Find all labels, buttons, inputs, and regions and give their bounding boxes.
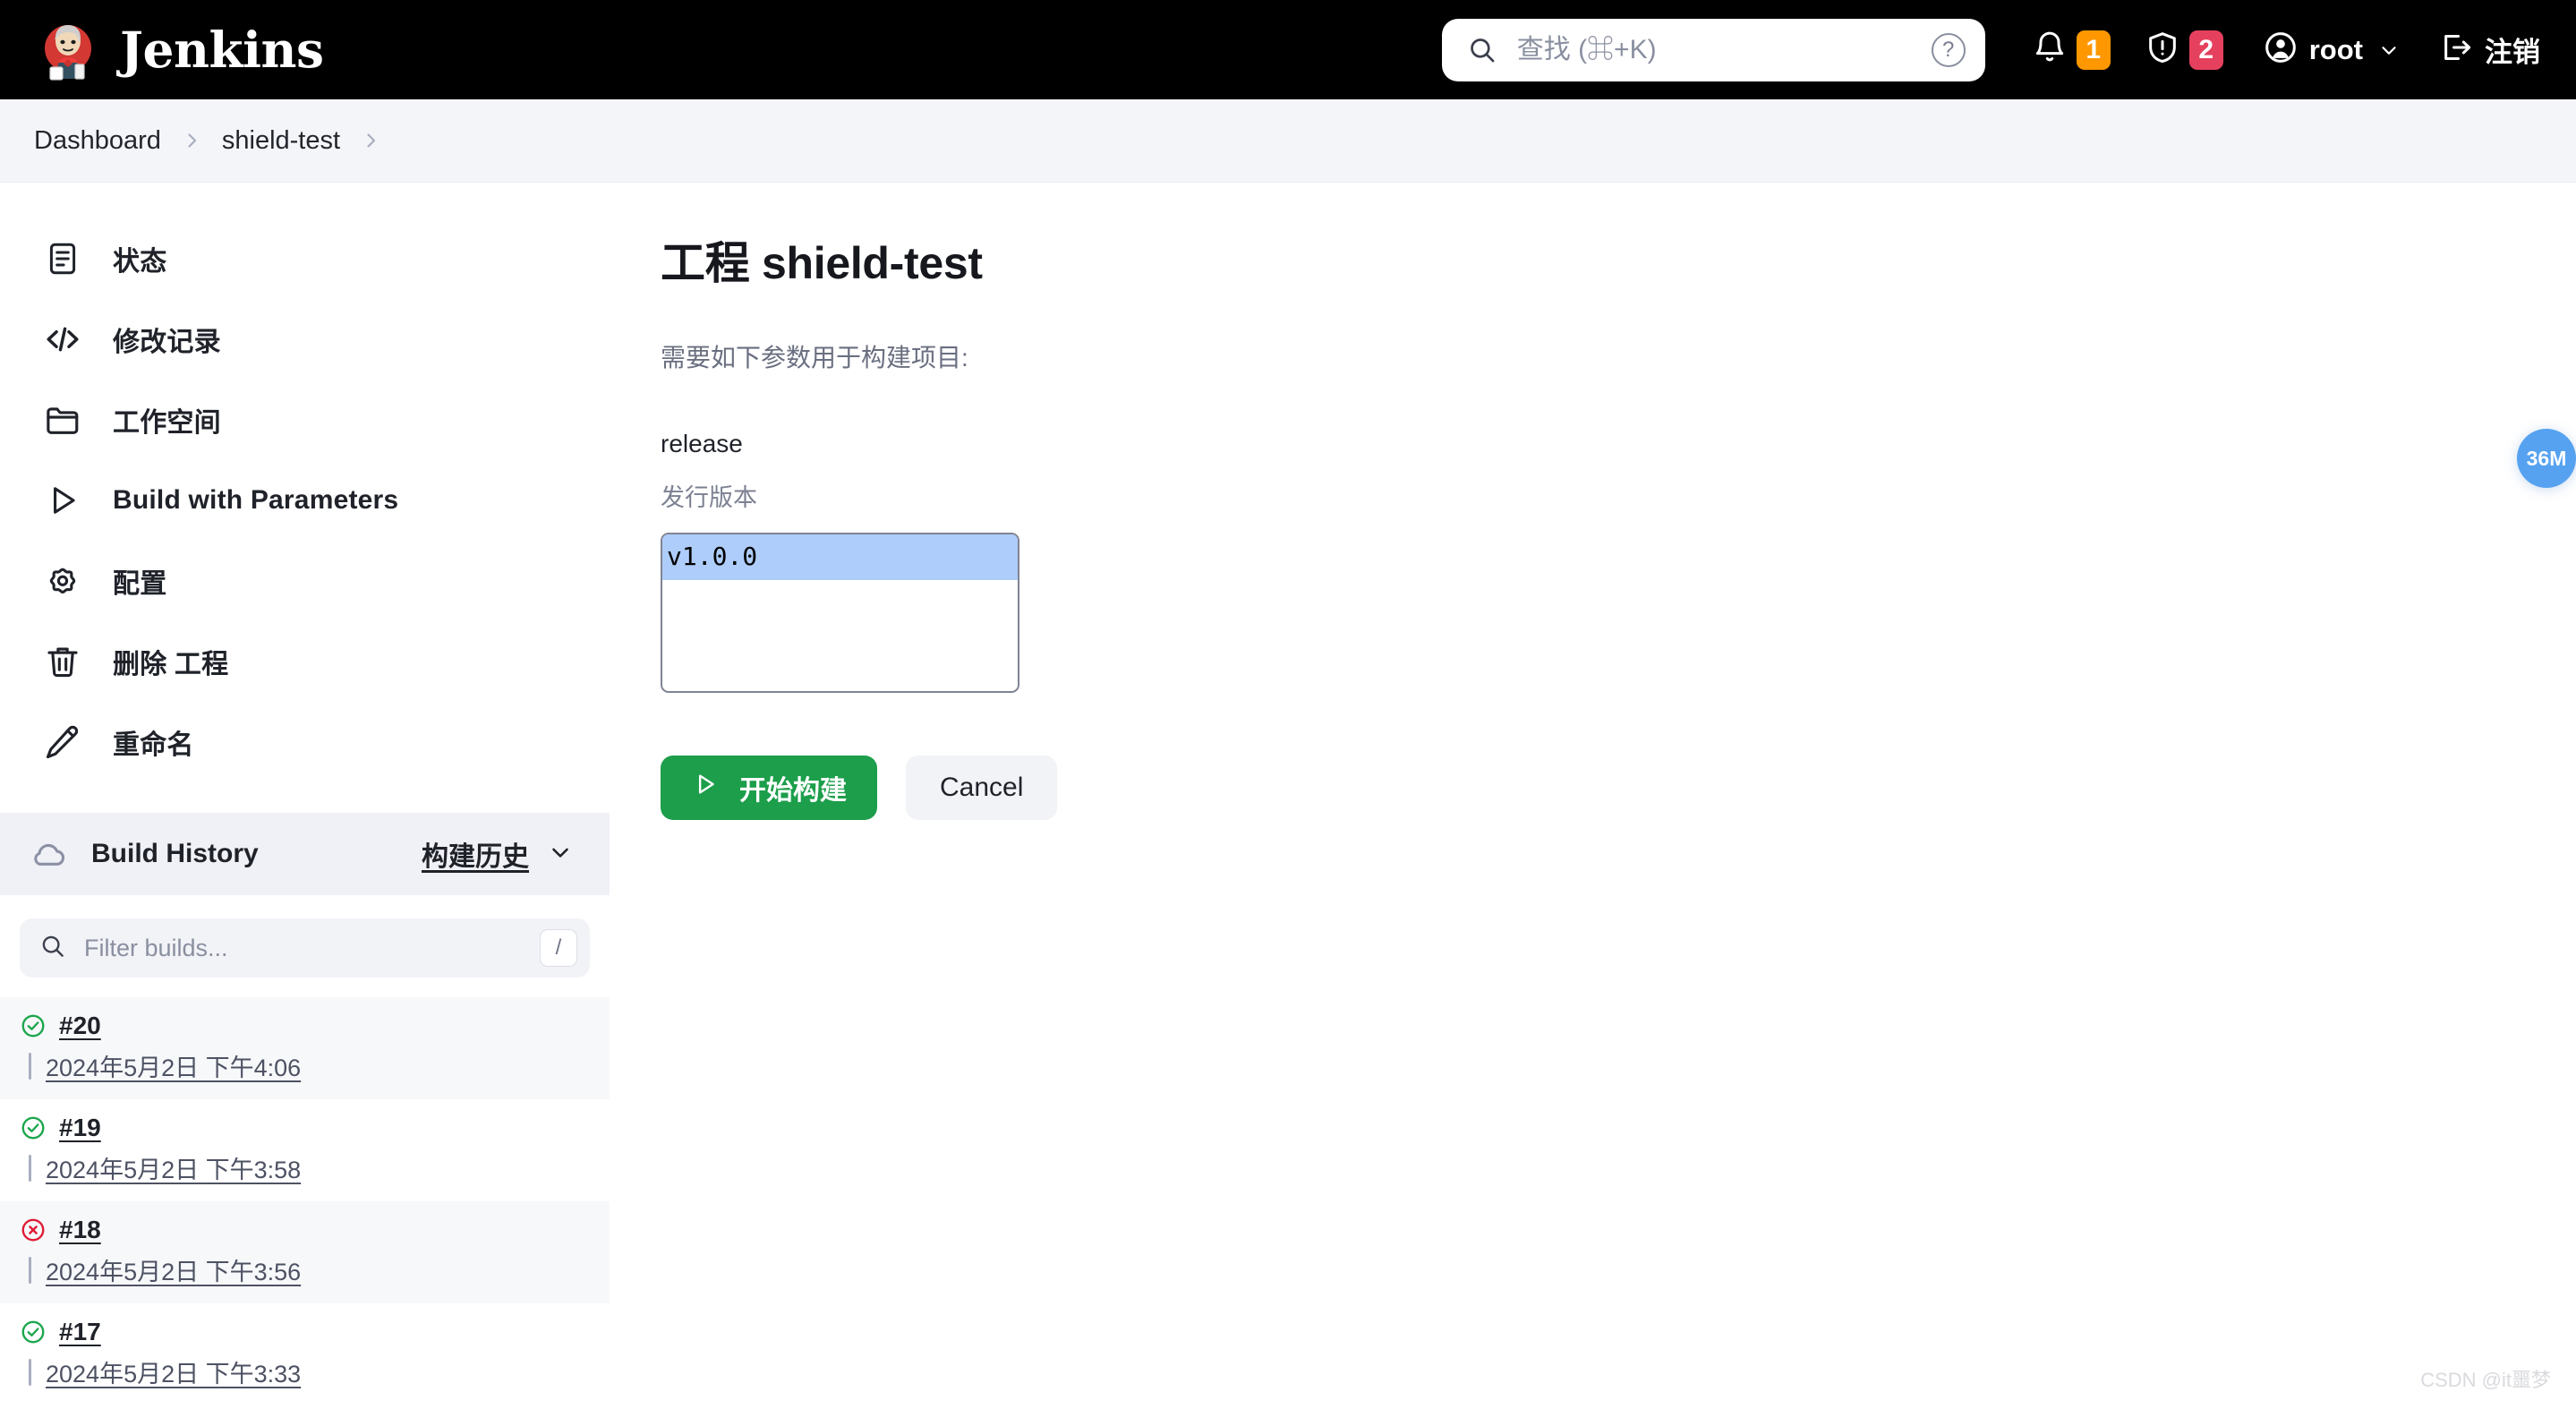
sidebar-item-build-with-parameters[interactable]: Build with Parameters <box>0 460 610 541</box>
sidebar-item-label: 工作空间 <box>113 408 221 438</box>
chevron-right-icon <box>181 130 202 151</box>
user-circle-icon <box>2263 30 2299 70</box>
check-circle-icon <box>20 1114 47 1141</box>
breadcrumb-item-shield-test[interactable]: shield-test <box>222 126 340 156</box>
cloud-icon <box>29 834 68 874</box>
build-date: 2024年5月2日 下午3:56 <box>46 1259 302 1285</box>
build-timeline-bar <box>29 1256 31 1284</box>
security-warnings-button[interactable]: 2 <box>2145 0 2223 99</box>
parameter-name: release <box>661 430 743 457</box>
pencil-icon <box>43 722 82 762</box>
build-history-toggle[interactable]: 构建历史 <box>422 834 574 874</box>
user-name: root <box>2308 33 2363 65</box>
main-content: 工程 shield-test 需要如下参数用于构建项目: release 发行版… <box>610 183 2576 1409</box>
jenkins-page: Jenkins ? <box>0 0 2576 1409</box>
search-icon <box>39 933 66 964</box>
search-help-icon[interactable]: ? <box>1931 32 1966 67</box>
build-history-title: Build History <box>91 839 259 868</box>
build-row[interactable]: #19 2024年5月2日 下午3:58 <box>0 1099 610 1201</box>
global-search[interactable]: ? <box>1441 18 1985 81</box>
sidebar-item-status[interactable]: 状态 <box>0 218 610 299</box>
build-number: #19 <box>59 1114 101 1141</box>
sidebar-item-label: Build with Parameters <box>113 485 399 515</box>
floating-memory-badge[interactable]: 36M <box>2517 429 2576 488</box>
build-timeline-bar <box>29 1358 31 1386</box>
breadcrumb: Dashboard shield-test <box>0 99 2576 183</box>
build-filter-input[interactable] <box>84 934 540 962</box>
build-row[interactable]: #17 2024年5月2日 下午3:33 <box>0 1303 610 1405</box>
gear-icon <box>43 561 82 601</box>
logout-label: 注销 <box>2485 37 2540 68</box>
start-build-label: 开始构建 <box>739 776 847 806</box>
jenkins-butler-logo <box>36 18 100 82</box>
build-timeline-bar <box>29 1052 31 1080</box>
release-select-listbox[interactable]: v1.0.0 <box>661 533 1019 693</box>
check-circle-icon <box>20 1012 47 1039</box>
sidebar-nav-list: 状态 修改记录 工作空间 Build with Parameters 配置 删除… <box>0 183 610 782</box>
cancel-button[interactable]: Cancel <box>906 756 1058 820</box>
build-history-header: Build History 构建历史 <box>0 813 610 895</box>
search-input[interactable] <box>1516 34 1932 65</box>
build-history-link-label: 构建历史 <box>422 842 529 872</box>
folder-icon <box>43 400 82 440</box>
sidebar-item-label: 删除 工程 <box>113 650 229 679</box>
top-header-bar: Jenkins ? <box>0 0 2576 99</box>
build-filter[interactable]: / <box>20 918 590 978</box>
sidebar-item-workspace[interactable]: 工作空间 <box>0 380 610 460</box>
build-date: 2024年5月2日 下午4:06 <box>46 1055 302 1081</box>
sidebar-item-label: 状态 <box>113 247 167 277</box>
brand-name: Jenkins <box>120 21 324 79</box>
shield-exclamation-icon <box>2145 30 2180 70</box>
build-date: 2024年5月2日 下午3:58 <box>46 1157 302 1183</box>
x-circle-icon <box>20 1217 47 1243</box>
build-row[interactable]: #20 2024年5月2日 下午4:06 <box>0 997 610 1099</box>
sidebar-item-configure[interactable]: 配置 <box>0 541 610 621</box>
user-menu-button[interactable]: root <box>2263 0 2401 99</box>
play-triangle-icon <box>691 770 720 806</box>
build-number: #18 <box>59 1216 101 1243</box>
page-title: 工程 shield-test <box>661 238 983 288</box>
header-right-group: ? 1 2 <box>1441 0 2540 99</box>
sidebar-item-changes[interactable]: 修改记录 <box>0 299 610 380</box>
document-lines-icon <box>43 239 82 278</box>
jenkins-home-link[interactable]: Jenkins <box>36 18 324 82</box>
build-number: #20 <box>59 1012 101 1039</box>
sidebar-item-delete-project[interactable]: 删除 工程 <box>0 621 610 702</box>
filter-shortcut-key: / <box>540 929 577 967</box>
chevron-down-icon <box>547 839 574 870</box>
build-number: #17 <box>59 1318 101 1345</box>
chevron-down-icon <box>2377 38 2401 62</box>
start-build-button[interactable]: 开始构建 <box>661 756 877 820</box>
chevron-right-icon <box>360 130 381 151</box>
build-date: 2024年5月2日 下午3:33 <box>46 1361 302 1388</box>
sidebar-item-label: 配置 <box>113 569 167 599</box>
build-filter-wrapper: / <box>0 895 610 997</box>
sidebar-item-label: 重命名 <box>113 730 194 760</box>
sidebar: 状态 修改记录 工作空间 Build with Parameters 配置 删除… <box>0 183 610 1409</box>
play-triangle-icon <box>43 481 82 520</box>
security-count-badge: 2 <box>2188 30 2223 70</box>
parameter-description: 发行版本 <box>661 484 757 511</box>
watermark: CSDN @it噩梦 <box>2420 1369 2551 1391</box>
parameters-intro-text: 需要如下参数用于构建项目: <box>661 344 968 371</box>
check-circle-icon <box>20 1319 47 1345</box>
trash-icon <box>43 642 82 681</box>
bell-icon <box>2032 30 2068 70</box>
notifications-button[interactable]: 1 <box>2032 0 2111 99</box>
breadcrumb-item-dashboard[interactable]: Dashboard <box>34 126 161 156</box>
build-row[interactable]: #18 2024年5月2日 下午3:56 <box>0 1201 610 1303</box>
sidebar-item-label: 修改记录 <box>113 328 221 357</box>
search-icon <box>1467 35 1497 65</box>
release-option[interactable]: v1.0.0 <box>662 534 1018 580</box>
form-actions: 开始构建 Cancel <box>661 756 2576 820</box>
logout-button[interactable]: 注销 <box>2438 0 2540 99</box>
sidebar-item-rename[interactable]: 重命名 <box>0 702 610 782</box>
code-brackets-icon <box>43 320 82 359</box>
build-timeline-bar <box>29 1154 31 1182</box>
notifications-count-badge: 1 <box>2076 30 2111 70</box>
logout-icon <box>2438 30 2474 70</box>
